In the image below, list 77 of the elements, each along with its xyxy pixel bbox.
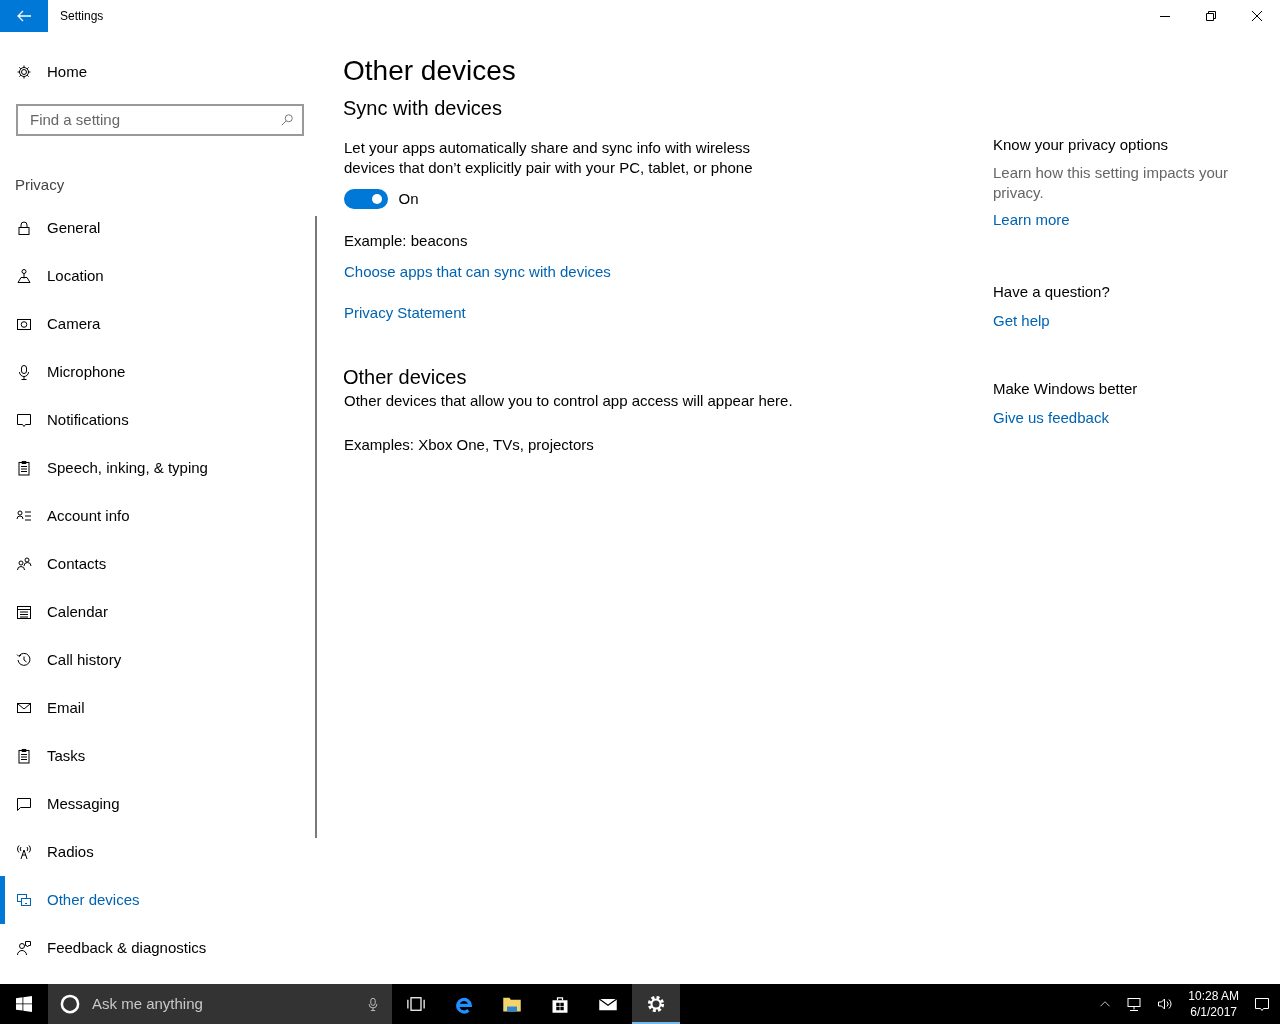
- task-view-icon: [406, 994, 426, 1014]
- clock-time: 10:28 AM: [1188, 988, 1239, 1004]
- pin-icon: [16, 268, 32, 284]
- sidebar-item[interactable]: Other devices: [0, 876, 320, 924]
- sidebar-item[interactable]: Notifications: [0, 396, 320, 444]
- people-icon: [16, 556, 32, 572]
- search-box[interactable]: Find a setting: [16, 104, 304, 136]
- description-text: Let your apps automatically share and sync info with wireless devices that don’t explicitly pair with your PC, tablet, or phone: [344, 137, 754, 178]
- toggle-switch[interactable]: [344, 188, 388, 209]
- description-text: Other devices that allow you to control app access will appear here.: [344, 390, 794, 411]
- link[interactable]: Give us feedback: [993, 408, 1109, 426]
- scrollbar[interactable]: [315, 216, 317, 838]
- sidebar-item[interactable]: Tasks: [0, 732, 320, 780]
- calendar-icon: [16, 604, 32, 620]
- sidebar-item[interactable]: Feedback & diagnostics: [0, 924, 320, 972]
- window-title: Settings: [60, 8, 104, 25]
- search-icon: [280, 113, 294, 127]
- aside-heading: Have a question?: [993, 282, 1111, 302]
- search-field[interactable]: Ask me anything: [90, 991, 356, 1017]
- gear-icon: [646, 994, 666, 1014]
- person-list-icon: [16, 508, 32, 524]
- sidebar-item[interactable]: Account info: [0, 492, 320, 540]
- page-title: Other devices: [343, 54, 517, 88]
- sidebar-item[interactable]: Messaging: [0, 780, 320, 828]
- aside-text: Learn how this setting impacts your privacy.: [993, 162, 1230, 203]
- microphone-icon: [366, 996, 380, 1012]
- clipboard-icon: [16, 460, 32, 476]
- toggle-label: On: [398, 188, 419, 209]
- windows-logo-icon: [16, 996, 32, 1012]
- sidebar-item[interactable]: Call history: [0, 636, 320, 684]
- clipboard-icon: [16, 748, 32, 764]
- example-text: Example: beacons: [344, 231, 469, 252]
- search-field[interactable]: Find a setting: [28, 107, 280, 133]
- camera-icon: [16, 316, 32, 332]
- sidebar-item[interactable]: Radios: [0, 828, 320, 876]
- devices-icon: [16, 892, 32, 908]
- back-button[interactable]: [0, 0, 48, 32]
- link[interactable]: Choose apps that can sync with devices: [344, 262, 611, 280]
- sidebar-item[interactable]: Location: [0, 252, 320, 300]
- sidebar-item[interactable]: Calendar: [0, 588, 320, 636]
- aside-heading: Make Windows better: [993, 379, 1139, 399]
- section-heading: Other devices: [343, 364, 468, 389]
- circle-icon: [60, 994, 80, 1014]
- clock-history-icon: [16, 652, 32, 668]
- notification-icon: [1254, 996, 1270, 1012]
- speaker-icon: [1157, 996, 1174, 1012]
- section-heading: Privacy: [15, 175, 66, 195]
- speech-bubble-icon: [16, 412, 32, 428]
- network-icon: [1126, 996, 1143, 1012]
- antenna-icon: [16, 844, 32, 860]
- speech-bubble-icon: [16, 796, 32, 812]
- sidebar-item[interactable]: Email: [0, 684, 320, 732]
- example-text: Examples: Xbox One, TVs, projectors: [344, 434, 595, 455]
- envelope-icon: [16, 700, 32, 716]
- sidebar-item[interactable]: Contacts: [0, 540, 320, 588]
- clock-date: 6/1/2017: [1189, 1004, 1238, 1020]
- sidebar-item[interactable]: Microphone: [0, 348, 320, 396]
- link[interactable]: Privacy Statement: [344, 304, 466, 322]
- home-link[interactable]: Home: [0, 52, 320, 92]
- link[interactable]: Get help: [993, 311, 1050, 329]
- section-heading: Sync with devices: [343, 95, 503, 120]
- close-icon: [1252, 11, 1262, 21]
- microphone-icon: [16, 364, 32, 380]
- sidebar-item[interactable]: General: [0, 204, 320, 252]
- sidebar-item[interactable]: Speech, inking, & typing: [0, 444, 320, 492]
- sidebar-item[interactable]: Camera: [0, 300, 320, 348]
- lock-icon: [16, 220, 32, 236]
- settings-button[interactable]: [632, 984, 680, 1024]
- restore-icon: [1206, 11, 1216, 21]
- search-box[interactable]: Ask me anything: [48, 984, 392, 1024]
- back-arrow-icon: [17, 10, 31, 22]
- minimize-icon: [1160, 15, 1170, 17]
- person-feedback-icon: [16, 940, 32, 956]
- aside-heading: Know your privacy options: [993, 135, 1170, 155]
- gear-icon: [16, 64, 32, 80]
- link[interactable]: Learn more: [993, 210, 1070, 228]
- shopping-bag-icon: [550, 994, 570, 1014]
